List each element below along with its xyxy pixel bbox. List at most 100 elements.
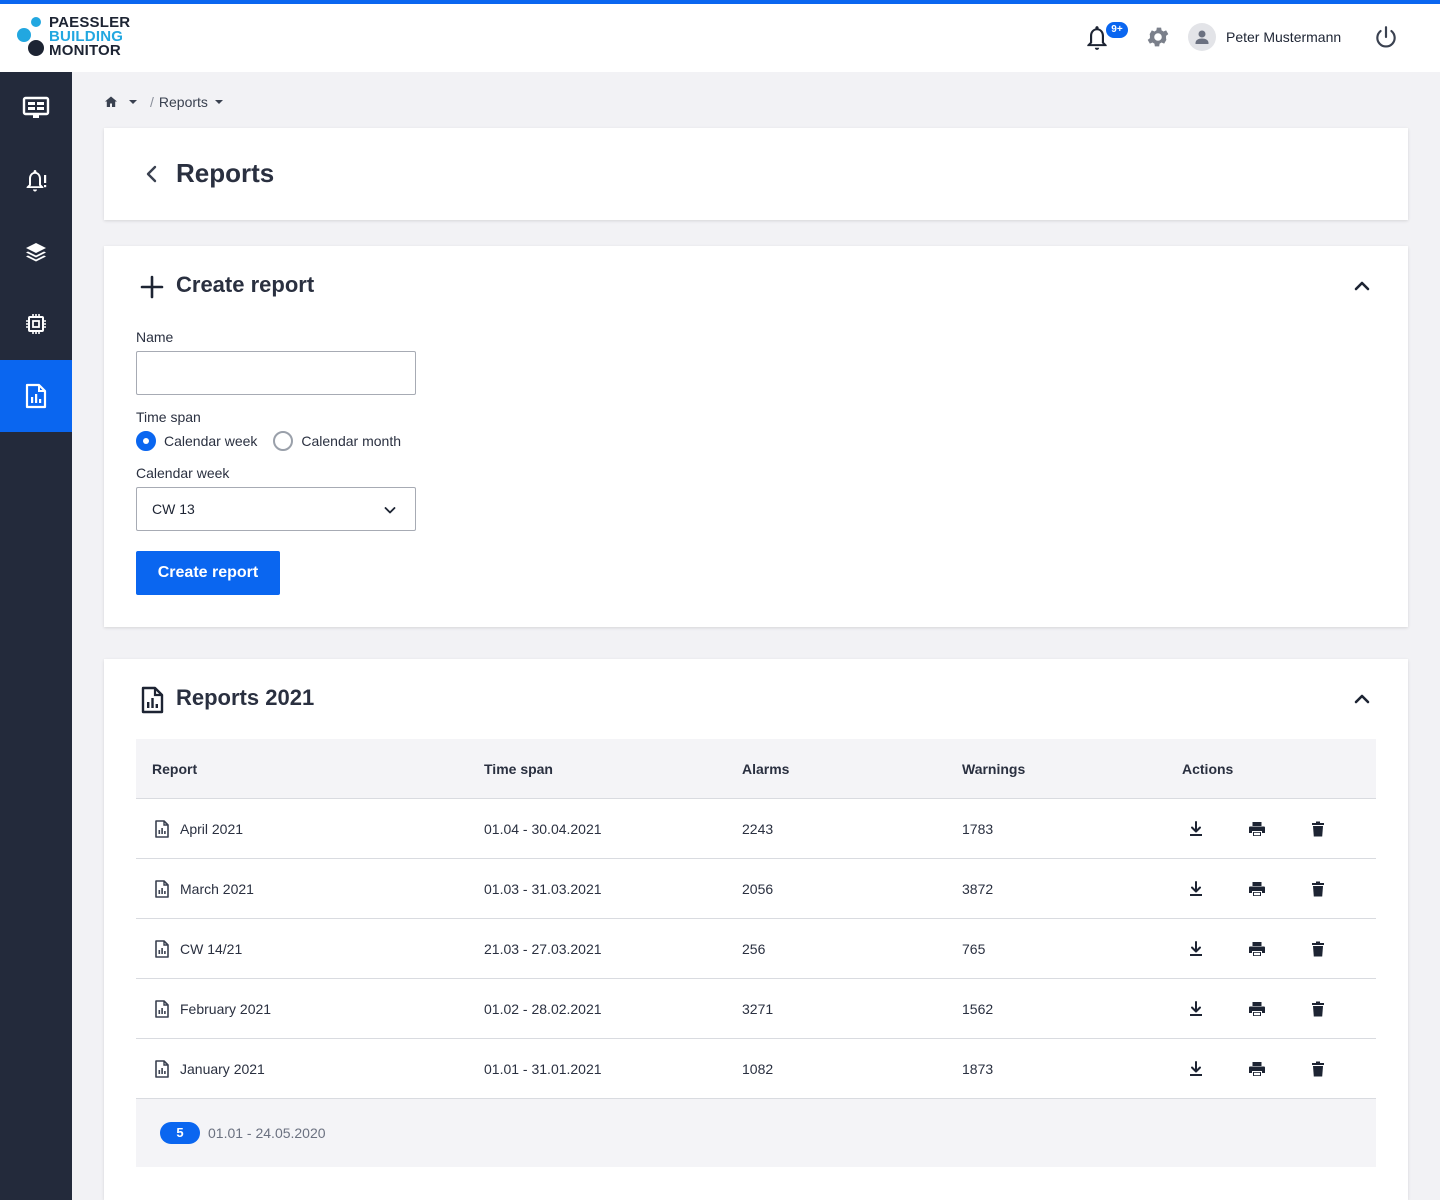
reports-dropdown-caret-icon[interactable] bbox=[214, 97, 224, 107]
table-row[interactable]: April 2021 01.04 - 30.04.2021 2243 1783 bbox=[136, 799, 1376, 859]
cell-alarms: 2056 bbox=[742, 881, 774, 897]
chip-icon bbox=[26, 314, 46, 334]
notifications-badge[interactable]: 9+ bbox=[1106, 22, 1128, 38]
chevron-down-icon bbox=[384, 507, 396, 514]
table-row[interactable]: March 2021 01.03 - 31.03.2021 2056 3872 bbox=[136, 859, 1376, 919]
report-icon bbox=[25, 383, 47, 409]
cell-warnings: 1873 bbox=[962, 1061, 994, 1077]
user-avatar[interactable] bbox=[1188, 23, 1216, 51]
calendar-week-value: CW 13 bbox=[152, 501, 195, 517]
radio-calendar-month-label[interactable]: Calendar month bbox=[301, 433, 401, 449]
sidebar-item-devices[interactable] bbox=[0, 288, 72, 360]
plus-icon bbox=[140, 275, 164, 299]
sidebar-item-layers[interactable] bbox=[0, 216, 72, 288]
logo-text-line3: MONITOR bbox=[49, 42, 121, 59]
create-report-button[interactable]: Create report bbox=[136, 551, 280, 595]
cell-report-name[interactable]: March 2021 bbox=[180, 881, 254, 897]
page-header-card: Reports bbox=[104, 128, 1408, 220]
report-file-icon bbox=[155, 1000, 169, 1018]
logo-mark-icon bbox=[17, 17, 44, 56]
timespan-label: Time span bbox=[136, 409, 201, 425]
breadcrumb: / Reports bbox=[104, 92, 224, 112]
back-arrow-icon[interactable] bbox=[142, 162, 162, 186]
delete-trash-icon[interactable] bbox=[1308, 819, 1328, 839]
top-bar: PAESSLER BUILDING MONITOR 9+ Peter Muste… bbox=[0, 4, 1440, 72]
cell-time-span: 01.01 - 31.01.2021 bbox=[484, 1061, 602, 1077]
table-footer: 5 01.01 - 24.05.2020 bbox=[136, 1099, 1376, 1167]
print-icon[interactable] bbox=[1247, 879, 1267, 899]
cell-report-name[interactable]: April 2021 bbox=[180, 821, 243, 837]
logout-power-icon[interactable] bbox=[1373, 24, 1399, 50]
cell-warnings: 1562 bbox=[962, 1001, 994, 1017]
cell-alarms: 1082 bbox=[742, 1061, 774, 1077]
breadcrumb-current[interactable]: Reports bbox=[159, 94, 208, 110]
create-report-title: Create report bbox=[176, 272, 315, 297]
reports-table: Report Time span Alarms Warnings Actions… bbox=[136, 739, 1376, 1167]
paessler-logo[interactable]: PAESSLER BUILDING MONITOR bbox=[14, 15, 144, 62]
cell-time-span: 01.02 - 28.02.2021 bbox=[484, 1001, 602, 1017]
print-icon[interactable] bbox=[1247, 999, 1267, 1019]
cell-report-name[interactable]: January 2021 bbox=[180, 1061, 265, 1077]
column-header-time-span[interactable]: Time span bbox=[484, 761, 553, 777]
report-file-icon bbox=[155, 880, 169, 898]
collapse-chevron-up-icon[interactable] bbox=[1352, 689, 1372, 709]
cell-report-name[interactable]: February 2021 bbox=[180, 1001, 271, 1017]
calendar-week-label: Calendar week bbox=[136, 465, 230, 481]
delete-trash-icon[interactable] bbox=[1308, 999, 1328, 1019]
column-header-alarms[interactable]: Alarms bbox=[742, 761, 789, 777]
print-icon[interactable] bbox=[1247, 1059, 1267, 1079]
name-input[interactable] bbox=[136, 351, 416, 395]
sidebar-item-alarms[interactable] bbox=[0, 144, 72, 216]
reports-list-title: Reports 2021 bbox=[176, 685, 315, 710]
column-header-warnings[interactable]: Warnings bbox=[962, 761, 1025, 777]
table-row[interactable]: January 2021 01.01 - 31.01.2021 1082 187… bbox=[136, 1039, 1376, 1099]
collapse-chevron-up-icon[interactable] bbox=[1352, 276, 1372, 296]
sidebar bbox=[0, 72, 72, 1200]
delete-trash-icon[interactable] bbox=[1308, 939, 1328, 959]
cell-time-span: 01.04 - 30.04.2021 bbox=[484, 821, 602, 837]
table-row[interactable]: CW 14/21 21.03 - 27.03.2021 256 765 bbox=[136, 919, 1376, 979]
download-icon[interactable] bbox=[1186, 1059, 1206, 1079]
settings-gear-icon[interactable] bbox=[1145, 24, 1171, 50]
table-row[interactable]: February 2021 01.02 - 28.02.2021 3271 15… bbox=[136, 979, 1376, 1039]
table-header: Report Time span Alarms Warnings Actions bbox=[136, 739, 1376, 799]
radio-calendar-month[interactable] bbox=[273, 431, 294, 451]
sidebar-item-dashboard[interactable] bbox=[0, 72, 72, 144]
footer-range: 01.01 - 24.05.2020 bbox=[208, 1125, 326, 1141]
print-icon[interactable] bbox=[1247, 939, 1267, 959]
cell-alarms: 2243 bbox=[742, 821, 774, 837]
radio-calendar-week[interactable] bbox=[136, 431, 156, 451]
cell-time-span: 01.03 - 31.03.2021 bbox=[484, 881, 602, 897]
cell-report-name[interactable]: CW 14/21 bbox=[180, 941, 242, 957]
download-icon[interactable] bbox=[1186, 999, 1206, 1019]
print-icon[interactable] bbox=[1247, 819, 1267, 839]
report-file-icon bbox=[155, 1060, 169, 1078]
delete-trash-icon[interactable] bbox=[1308, 1059, 1328, 1079]
cell-warnings: 765 bbox=[962, 941, 986, 957]
timespan-radio-group: Calendar week Calendar month bbox=[136, 430, 417, 452]
column-header-report[interactable]: Report bbox=[152, 761, 197, 777]
page-title: Reports bbox=[176, 158, 275, 188]
report-file-icon bbox=[141, 686, 164, 714]
person-icon bbox=[1195, 30, 1209, 44]
download-icon[interactable] bbox=[1186, 939, 1206, 959]
report-file-icon bbox=[155, 940, 169, 958]
delete-trash-icon[interactable] bbox=[1308, 879, 1328, 899]
name-label: Name bbox=[136, 329, 174, 345]
calendar-week-select[interactable]: CW 13 bbox=[136, 487, 416, 531]
breadcrumb-separator: / bbox=[150, 94, 154, 110]
sidebar-item-reports[interactable] bbox=[0, 360, 72, 432]
alarm-bell-icon bbox=[26, 170, 47, 192]
user-name[interactable]: Peter Mustermann bbox=[1226, 29, 1341, 45]
download-icon[interactable] bbox=[1186, 879, 1206, 899]
radio-calendar-week-label[interactable]: Calendar week bbox=[164, 433, 257, 449]
cell-alarms: 3271 bbox=[742, 1001, 774, 1017]
cell-time-span: 21.03 - 27.03.2021 bbox=[484, 941, 602, 957]
download-icon[interactable] bbox=[1186, 819, 1206, 839]
reports-list-card: Reports 2021 Report Time span Alarms War… bbox=[104, 659, 1408, 1200]
layers-icon bbox=[26, 243, 46, 262]
create-report-card: Create report Name Time span Calendar we… bbox=[104, 246, 1408, 627]
cell-warnings: 1783 bbox=[962, 821, 994, 837]
home-icon[interactable] bbox=[104, 95, 118, 109]
home-dropdown-caret-icon[interactable] bbox=[128, 97, 138, 107]
